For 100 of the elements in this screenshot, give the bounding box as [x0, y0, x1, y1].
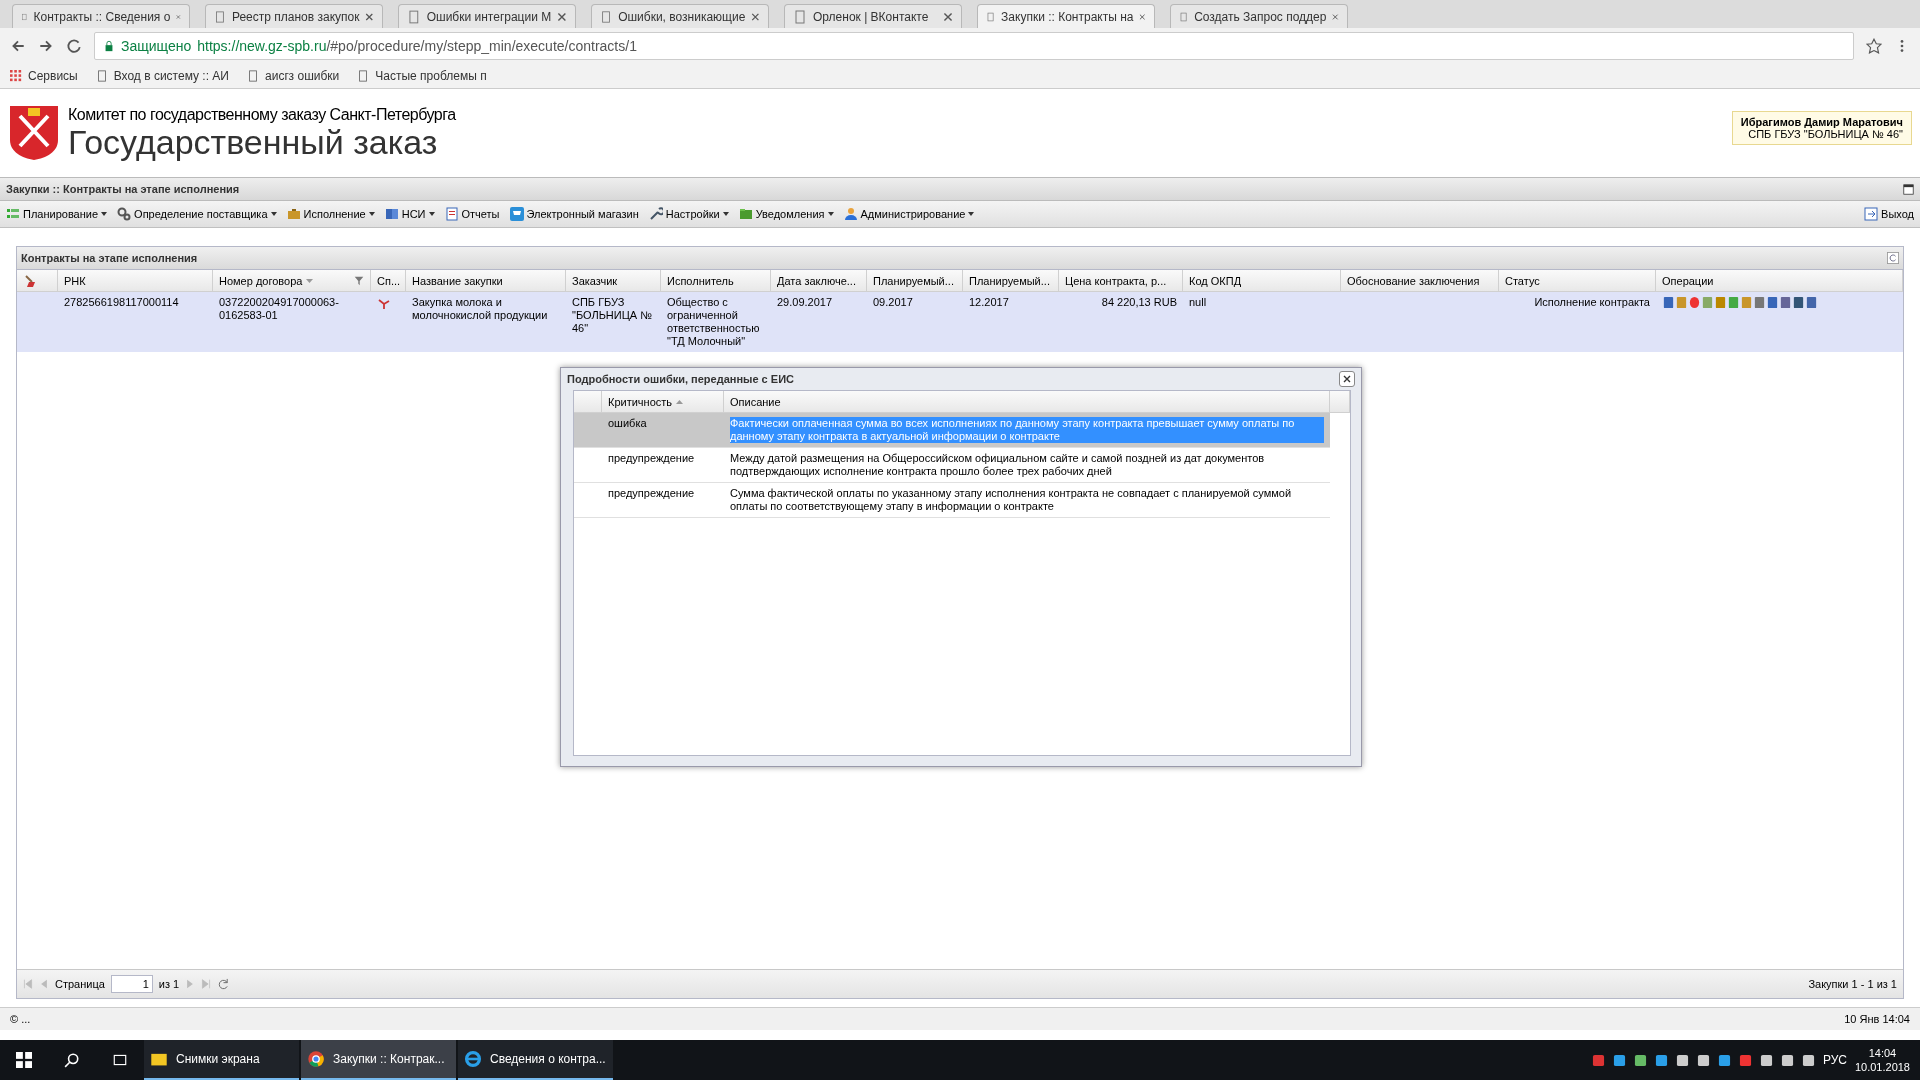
list-icon: [6, 207, 20, 221]
page-icon: [214, 9, 226, 24]
browser-tab[interactable]: Ошибки, возникающие: [591, 4, 769, 28]
folder-icon: [738, 207, 753, 221]
page-icon: [600, 9, 613, 24]
organization-name: Комитет по государственному заказу Санкт-Петербурга: [68, 106, 456, 124]
column-header[interactable]: Операции: [1656, 270, 1903, 292]
column-header[interactable]: Планируемый...: [867, 270, 963, 292]
page-icon: [357, 70, 370, 82]
column-header[interactable]: РНК: [58, 270, 213, 292]
column-header[interactable]: Описание: [724, 391, 1330, 413]
browser-tab[interactable]: Контракты :: Сведения о: [12, 4, 190, 28]
menu-button[interactable]: Отчеты: [442, 205, 502, 223]
lock-icon: [103, 40, 115, 52]
menu-button[interactable]: Исполнение: [284, 205, 377, 223]
page-icon: [95, 70, 108, 82]
tray-icon: [1591, 1053, 1605, 1067]
filter-icon: [354, 275, 364, 286]
menu-button[interactable]: НСИ: [382, 205, 437, 223]
table-cell: 2782566198117000114: [64, 296, 179, 309]
address-bar[interactable]: Защищено https://new.gz-spb.ru/#po/procedure/my/stepp_min/execute/contracts/1: [94, 32, 1854, 60]
column-header[interactable]: [17, 270, 58, 292]
page-icon: [247, 70, 259, 82]
table-row[interactable]: ошибка Фактически оплаченная сумма во всех исполнениях по данному этапу контракта превышает сумму оплаты по данному этапу контракта в актуальной информации о контракте: [574, 413, 1330, 448]
logout-button[interactable]: Выход: [1862, 205, 1916, 223]
column-header[interactable]: Исполнитель: [661, 270, 771, 292]
bookmark[interactable]: Частые проблемы п: [357, 69, 487, 83]
breadcrumb: Закупки :: Контракты на этапе исполнения: [6, 183, 240, 195]
page-input[interactable]: 1: [110, 975, 153, 993]
table-row[interactable]: [17, 292, 1903, 352]
bookmark[interactable]: Сервисы: [10, 69, 78, 83]
close-button[interactable]: [1339, 371, 1355, 387]
description-cell-text: Между датой размещения на Общероссийском официальном сайте и самой поздней из дат документов подтверждающих исполнение контракта прошло более трех рабочих дней: [730, 452, 1266, 478]
severity-cell: предупреждение: [608, 487, 695, 499]
browser-tab[interactable]: Создать Запрос поддер: [1170, 4, 1348, 28]
column-header[interactable]: Номер договора: [213, 270, 371, 292]
page-icon: [986, 9, 996, 24]
user-name: Ибрагимов Дамир Маратович: [1740, 116, 1903, 128]
column-header[interactable]: Критичность: [602, 391, 724, 413]
menu-button[interactable]: Определение поставщика: [115, 205, 279, 223]
browser-tab[interactable]: Реестр планов закупок: [205, 4, 383, 28]
apps-grid-icon: [10, 70, 22, 82]
caret-icon: [368, 212, 375, 216]
language-indicator[interactable]: РУС: [1822, 1053, 1847, 1067]
caret-icon: [101, 212, 108, 216]
status-datetime: 10 Янв 14:04: [1844, 1013, 1910, 1025]
gears-icon: [117, 207, 132, 221]
previous-page-icon: [39, 979, 49, 989]
exit-door-icon: [1864, 207, 1879, 221]
back-icon: [10, 38, 26, 54]
column-header[interactable]: Сп...: [371, 270, 406, 292]
bookmark[interactable]: Вход в систему :: АИ: [95, 69, 229, 83]
menu-button[interactable]: Администрирование: [841, 205, 977, 223]
tray-icon: [1717, 1053, 1731, 1067]
copyright-text: © ...: [10, 1013, 31, 1025]
table-cell: 29.09.2017: [777, 296, 833, 309]
branch-icon: [377, 296, 391, 310]
caret-icon: [827, 212, 834, 216]
tray-icon: [1675, 1053, 1689, 1067]
windows-start-icon: [16, 1052, 32, 1068]
header-filler: [574, 391, 602, 413]
browser-tab[interactable]: Орленок | ВКонтакте: [784, 4, 962, 28]
header-filler: [1330, 391, 1350, 413]
browser-tab[interactable]: Ошибки интеграции М: [398, 4, 576, 28]
menu-button[interactable]: Электронный магазин: [507, 205, 641, 223]
taskbar-button[interactable]: Закупки :: Контрак...: [301, 1040, 456, 1080]
column-header[interactable]: Заказчик: [566, 270, 661, 292]
menu-button[interactable]: Планирование: [4, 205, 110, 223]
table-cell: null: [1189, 296, 1207, 309]
taskbar-button[interactable]: Сведения о контра...: [458, 1040, 613, 1080]
close-icon: [1343, 375, 1351, 383]
task-view-icon: [112, 1052, 128, 1068]
menu-button[interactable]: Уведомления: [736, 205, 836, 223]
column-header[interactable]: Дата заключе...: [771, 270, 867, 292]
search-icon: [64, 1052, 80, 1068]
chrome-icon: [307, 1050, 325, 1068]
table-cell-text: СПБ ГБУЗ "БОЛЬНИЦА № 46": [572, 296, 654, 335]
tray-icon: [1759, 1053, 1773, 1067]
column-header[interactable]: Обоснование заключения: [1341, 270, 1499, 292]
taskbar-button[interactable]: Снимки экрана: [144, 1040, 299, 1080]
briefcase-icon: [286, 207, 301, 221]
column-header[interactable]: Название закупки: [406, 270, 566, 292]
tray-icon: [1633, 1053, 1647, 1067]
tray-icon: [1780, 1053, 1794, 1067]
window-icon: [1903, 183, 1914, 195]
tray-icon: [1738, 1053, 1752, 1067]
menu-button[interactable]: Настройки: [646, 205, 731, 223]
column-header[interactable]: Планируемый...: [963, 270, 1059, 292]
tray-icon: [1654, 1053, 1668, 1067]
close-icon: [1332, 11, 1339, 22]
clock[interactable]: 14:04 10.01.2018: [1854, 1046, 1910, 1074]
internet-explorer-icon: [464, 1050, 482, 1068]
column-header[interactable]: Цена контракта, р...: [1059, 270, 1183, 292]
browser-tab[interactable]: Закупки :: Контракты на: [977, 4, 1155, 28]
column-header[interactable]: Статус: [1499, 270, 1656, 292]
column-header[interactable]: Код ОКПД: [1183, 270, 1341, 292]
forward-icon: [38, 38, 54, 54]
bookmark[interactable]: аисгз ошибки: [247, 69, 340, 83]
table-cell-text: Закупка молока и молочнокислой продукции: [412, 296, 549, 322]
site-title: Государственный заказ: [68, 124, 439, 160]
